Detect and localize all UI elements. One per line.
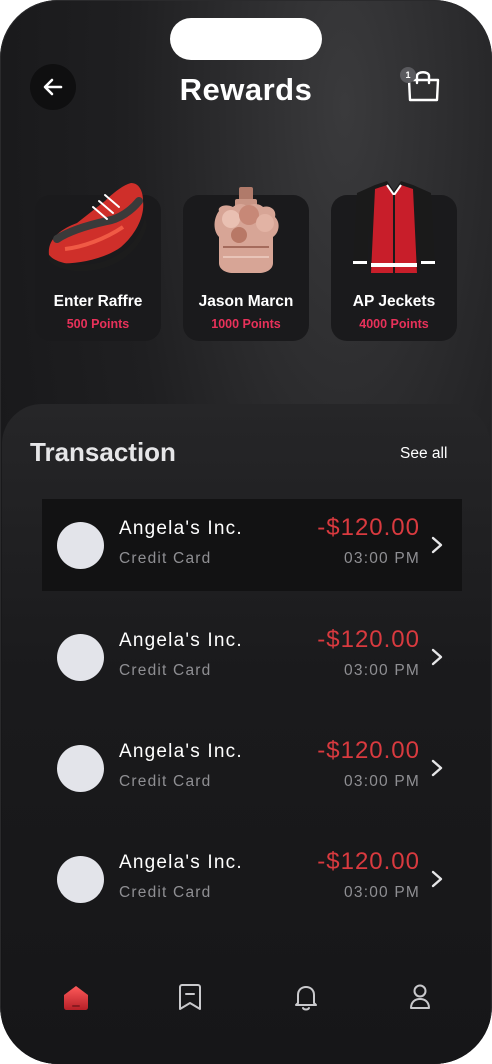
transaction-method: Credit Card (119, 884, 212, 901)
transaction-name: Angela's Inc. (119, 630, 243, 651)
transaction-time: 03:00 PM (344, 662, 420, 679)
reward-name: AP Jeckets (352, 293, 436, 310)
red-varsity-jacket-image (353, 181, 435, 273)
transaction-time: 03:00 PM (344, 550, 420, 567)
home-icon (64, 986, 88, 1010)
transaction-row[interactable]: Angela's Inc. Credit Card -$120.00 03:00… (42, 499, 462, 591)
reward-points: 4000 Points (359, 317, 429, 331)
chevron-right-icon (431, 536, 443, 554)
transaction-name: Angela's Inc. (119, 741, 243, 762)
reward-card[interactable]: Enter Raffre 500 Points (35, 183, 161, 341)
nav-profile[interactable] (402, 972, 438, 1022)
transaction-method: Credit Card (119, 662, 212, 679)
bell-icon (295, 986, 317, 1011)
dynamic-island (170, 18, 322, 60)
phone-screen: Rewards 1 Enter Raffre 500 Points Jason … (0, 0, 492, 1064)
red-sneaker-image (48, 183, 147, 272)
chevron-right-icon (431, 759, 443, 777)
transaction-row[interactable]: Angela's Inc. Credit Card -$120.00 03:00… (42, 833, 462, 925)
transaction-amount: -$120.00 (317, 514, 420, 541)
perfume-bottle-image (214, 187, 279, 273)
chevron-right-icon (431, 870, 443, 888)
cart-badge: 1 (400, 67, 416, 83)
transaction-name: Angela's Inc. (119, 852, 243, 873)
transaction-amount: -$120.00 (317, 626, 420, 653)
avatar (57, 522, 104, 569)
transaction-method: Credit Card (119, 550, 212, 567)
transaction-amount: -$120.00 (317, 848, 420, 875)
see-all-link[interactable]: See all (400, 445, 447, 463)
reward-points: 1000 Points (211, 317, 281, 331)
nav-notifications[interactable] (288, 972, 324, 1022)
reward-name: Enter Raffre (53, 293, 143, 310)
transaction-amount: -$120.00 (317, 737, 420, 764)
chevron-right-icon (431, 648, 443, 666)
rewards-carousel: Enter Raffre 500 Points Jason Marcn 1000… (0, 181, 492, 345)
reward-card[interactable]: AP Jeckets 4000 Points (331, 181, 457, 341)
avatar (57, 745, 104, 792)
transaction-row[interactable]: Angela's Inc. Credit Card -$120.00 03:00… (42, 722, 462, 814)
bookmark-icon (179, 984, 201, 1010)
reward-card[interactable]: Jason Marcn 1000 Points (183, 187, 309, 341)
avatar (57, 856, 104, 903)
transaction-time: 03:00 PM (344, 884, 420, 901)
reward-name: Jason Marcn (198, 293, 294, 310)
nav-bookmark[interactable] (172, 972, 208, 1022)
nav-home[interactable] (58, 972, 94, 1022)
section-title: Transaction (30, 437, 176, 467)
profile-icon (410, 984, 430, 1009)
avatar (57, 634, 104, 681)
cart-button[interactable]: 1 (400, 64, 446, 110)
transaction-method: Credit Card (119, 773, 212, 790)
reward-points: 500 Points (66, 317, 130, 331)
bottom-nav (0, 972, 492, 1022)
transaction-time: 03:00 PM (344, 773, 420, 790)
transaction-row[interactable]: Angela's Inc. Credit Card -$120.00 03:00… (42, 611, 462, 703)
transaction-name: Angela's Inc. (119, 518, 243, 539)
